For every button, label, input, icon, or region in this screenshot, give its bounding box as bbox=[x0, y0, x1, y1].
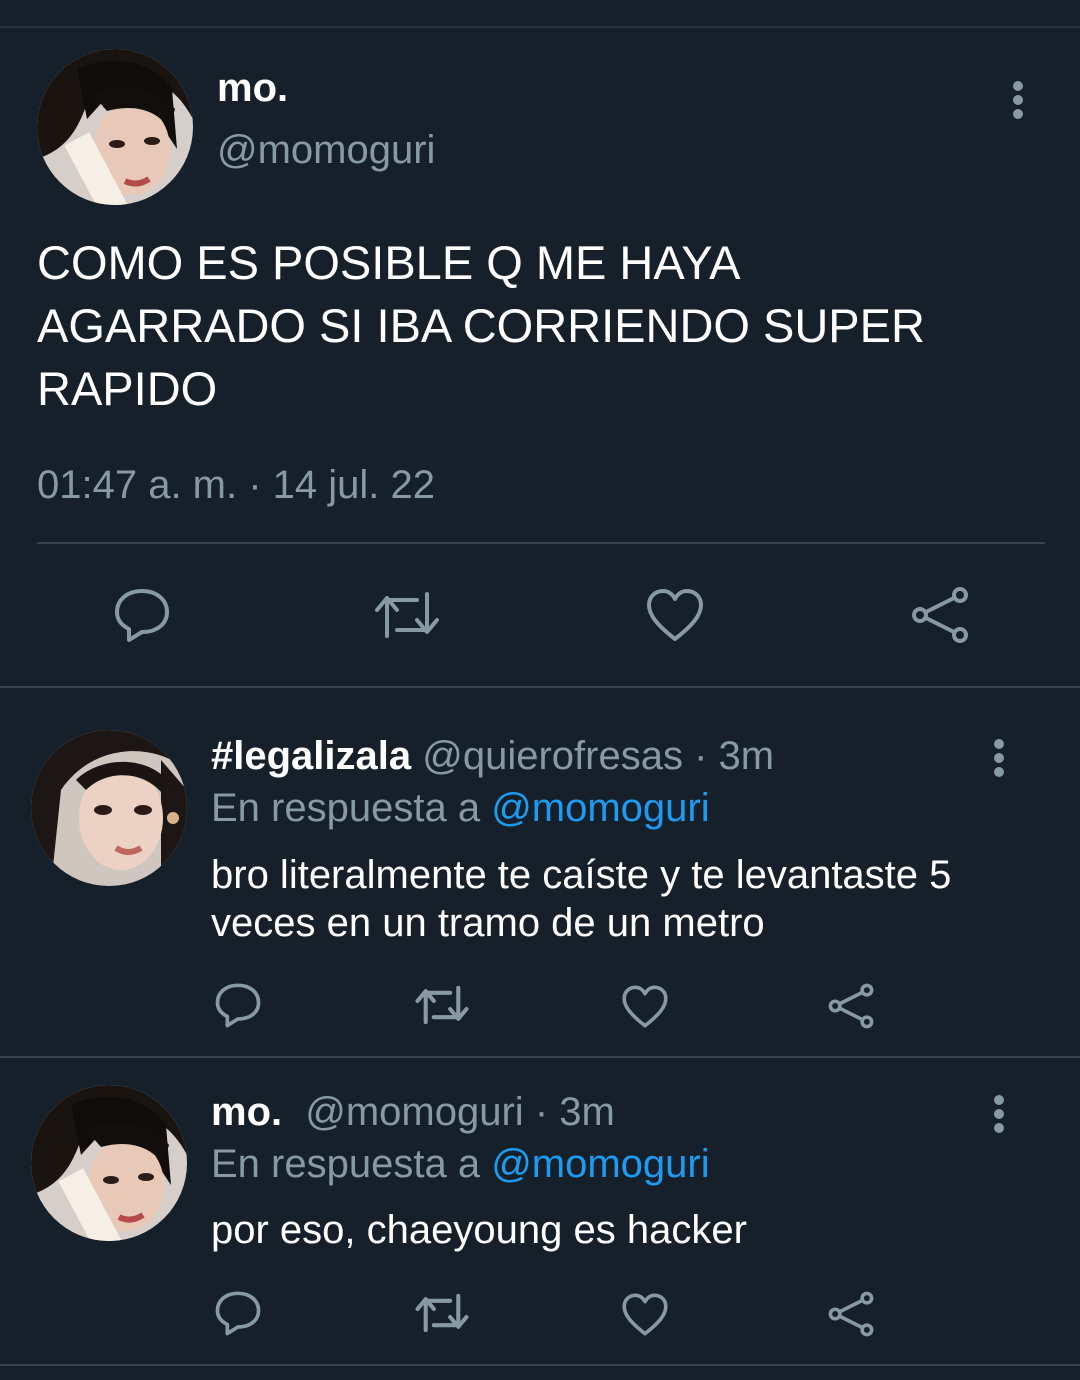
more-vertical-icon[interactable] bbox=[987, 738, 1011, 788]
retweet-icon bbox=[415, 985, 469, 1025]
in-reply-mention[interactable]: @momoguri bbox=[491, 1142, 709, 1186]
reply-header: mo. @momoguri · 3m bbox=[211, 1090, 615, 1135]
reply-text: bro literalmente te caíste y te levantas… bbox=[211, 851, 1031, 947]
tweet-text: COMO ES POSIBLE Q ME HAYA AGARRADO SI IB… bbox=[37, 231, 1037, 420]
share-button[interactable] bbox=[824, 982, 878, 1030]
avatar[interactable] bbox=[31, 1085, 187, 1241]
divider bbox=[37, 542, 1045, 544]
reply-bubble-icon bbox=[215, 1291, 261, 1336]
in-reply-mention[interactable]: @momoguri bbox=[491, 786, 709, 830]
in-reply-prefix: En respuesta a bbox=[211, 786, 481, 830]
tweet-text-line: AGARRADO SI IBA CORRIENDO SUPER bbox=[37, 299, 925, 352]
tweet-timestamp[interactable]: 01:47 a. m. · 14 jul. 22 bbox=[37, 463, 435, 508]
avatar[interactable] bbox=[37, 49, 193, 205]
reply-button[interactable] bbox=[107, 583, 177, 647]
share-button[interactable] bbox=[905, 583, 975, 647]
top-edge bbox=[0, 0, 1080, 28]
share-icon bbox=[912, 587, 968, 643]
share-icon bbox=[828, 983, 874, 1029]
main-tweet: mo. @momoguri COMO ES POSIBLE Q ME HAYA … bbox=[0, 28, 1080, 686]
share-icon bbox=[828, 1291, 874, 1337]
retweet-button[interactable] bbox=[412, 982, 472, 1028]
heart-icon bbox=[622, 985, 668, 1027]
reply-time: · 3m bbox=[534, 1090, 615, 1134]
reply-bubble-icon bbox=[215, 983, 261, 1028]
retweet-icon bbox=[375, 592, 439, 638]
avatar[interactable] bbox=[31, 730, 187, 886]
divider bbox=[0, 1364, 1080, 1366]
author-name[interactable]: #legalizala bbox=[211, 734, 411, 778]
like-button[interactable] bbox=[618, 982, 672, 1030]
reply-tweet[interactable]: mo. @momoguri · 3m En respuesta a @momog… bbox=[0, 1058, 1080, 1364]
author-name[interactable]: mo. bbox=[217, 66, 288, 111]
heart-icon bbox=[647, 589, 703, 641]
tweet-text-line: RAPIDO bbox=[37, 362, 218, 415]
retweet-button[interactable] bbox=[372, 583, 442, 647]
reply-button[interactable] bbox=[211, 980, 265, 1030]
reply-bubble-icon bbox=[115, 589, 169, 642]
retweet-icon bbox=[415, 1293, 469, 1333]
more-vertical-icon[interactable] bbox=[987, 1094, 1011, 1144]
in-reply-to: En respuesta a @momoguri bbox=[211, 1142, 710, 1187]
reply-header: #legalizala @quierofresas · 3m bbox=[211, 734, 774, 779]
share-button[interactable] bbox=[824, 1290, 878, 1338]
retweet-button[interactable] bbox=[412, 1290, 472, 1336]
tweet-text-line: COMO ES POSIBLE Q ME HAYA bbox=[37, 236, 741, 289]
reply-button[interactable] bbox=[211, 1288, 265, 1338]
author-handle[interactable]: @momoguri bbox=[305, 1090, 523, 1134]
author-handle[interactable]: @quierofresas bbox=[422, 734, 683, 778]
reply-text: por eso, chaeyoung es hacker bbox=[211, 1206, 1031, 1254]
reply-tweet[interactable]: #legalizala @quierofresas · 3m En respue… bbox=[0, 688, 1080, 1056]
reply-text-line: bro literalmente te caíste y te levantas… bbox=[211, 853, 952, 897]
reply-text-line: por eso, chaeyoung es hacker bbox=[211, 1208, 747, 1252]
in-reply-prefix: En respuesta a bbox=[211, 1142, 481, 1186]
heart-icon bbox=[622, 1293, 668, 1335]
reply-text-line: veces en un tramo de un metro bbox=[211, 901, 765, 945]
reply-time: · 3m bbox=[694, 734, 775, 778]
author-name[interactable]: mo. bbox=[211, 1090, 282, 1134]
in-reply-to: En respuesta a @momoguri bbox=[211, 786, 710, 831]
like-button[interactable] bbox=[618, 1290, 672, 1338]
like-button[interactable] bbox=[640, 583, 710, 647]
more-vertical-icon[interactable] bbox=[1006, 78, 1030, 128]
author-handle[interactable]: @momoguri bbox=[217, 128, 435, 173]
